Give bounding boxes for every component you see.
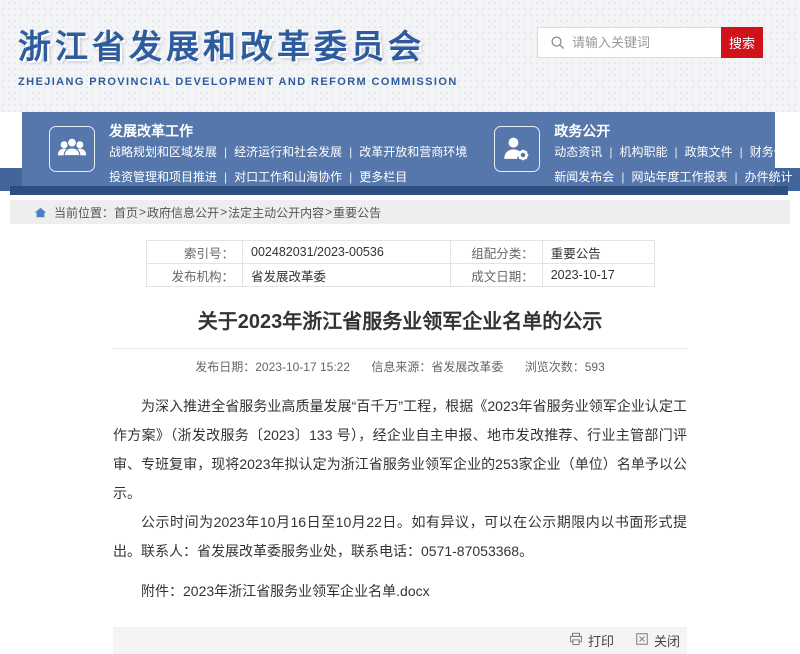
issuing-agency-label: 发布机构： — [146, 264, 243, 287]
nav-separator: | — [667, 145, 684, 159]
nav-row: 战略规划和区域发展|经济运行和社会发展|改革开放和营商环境 — [109, 140, 467, 165]
search-icon — [538, 28, 566, 57]
category-value: 重要公告 — [542, 241, 654, 264]
site-title: 浙江省发展和改革委员会 — [18, 20, 458, 68]
action-bar: 打印 关闭 — [113, 627, 687, 654]
category-label: 组配分类： — [451, 241, 542, 264]
home-icon — [34, 206, 47, 219]
nav-separator: | — [727, 170, 744, 184]
nav-title-gov-disclosure[interactable]: 政务公开 — [554, 122, 800, 140]
view-count: 浏览次数：593 — [525, 360, 605, 374]
nav-panel: 发展改革工作 战略规划和区域发展|经济运行和社会发展|改革开放和营商环境 投资管… — [22, 112, 775, 186]
nav-link-functions[interactable]: 机构职能 — [619, 145, 667, 159]
nav-section-gov-disclosure: 政务公开 动态资讯|机构职能|政策文件|财务信息|人事信息|互动交流 新闻发布会… — [467, 121, 800, 186]
publish-date: 发布日期：2023-10-17 15:22 — [195, 360, 350, 374]
search-input[interactable] — [566, 28, 721, 57]
breadcrumb-home[interactable]: 首页 — [114, 204, 138, 221]
site-logo: 浙江省发展和改革委员会 ZHEJIANG PROVINCIAL DEVELOPM… — [18, 20, 458, 88]
attachment-line: 附件：2023年浙江省服务业领军企业名单.docx — [113, 577, 687, 606]
nav-separator: | — [342, 170, 359, 184]
nav-link-policy-documents[interactable]: 政策文件 — [685, 145, 733, 159]
paragraph: 公示时间为2023年10月16日至10月22日。如有异议，可以在公示期限内以书面… — [113, 508, 687, 566]
issuing-agency-value: 省发展改革委 — [243, 264, 451, 287]
nav-link-case-statistics[interactable]: 办件统计 — [745, 170, 793, 184]
index-number-label: 索引号： — [146, 241, 243, 264]
title-divider — [113, 348, 687, 349]
nav-link-reform-opening[interactable]: 改革开放和营商环境 — [359, 145, 467, 159]
nav-separator: | — [614, 170, 631, 184]
print-button[interactable]: 打印 — [569, 631, 614, 650]
search-button[interactable]: 搜索 — [721, 27, 763, 58]
nav-link-more-columns[interactable]: 更多栏目 — [359, 170, 407, 184]
issue-date-label: 成文日期： — [451, 264, 542, 287]
close-button[interactable]: 关闭 — [635, 631, 680, 650]
attachment-file-link[interactable]: 2023年浙江省服务业领军企业名单.docx — [183, 583, 430, 599]
nav-title-development-reform[interactable]: 发展改革工作 — [109, 122, 467, 140]
breadcrumb-separator: > — [138, 205, 147, 219]
paragraph: 为深入推进全省服务业高质量发展“百千万”工程，根据《2023年省服务业领军企业认… — [113, 392, 687, 508]
nav-link-strategic-planning[interactable]: 战略规划和区域发展 — [109, 145, 217, 159]
table-row: 索引号： 002482031/2023-00536 组配分类： 重要公告 — [146, 241, 654, 264]
nav-row: 投资管理和项目推进|对口工作和山海协作|更多栏目 — [109, 165, 467, 190]
nav-separator: | — [793, 170, 800, 184]
nav-separator: | — [733, 145, 750, 159]
nav-separator: | — [217, 170, 234, 184]
breadcrumb-separator: > — [219, 205, 228, 219]
nav-link-financial-info[interactable]: 财务信息 — [750, 145, 798, 159]
nav-link-press-conference[interactable]: 新闻发布会 — [554, 170, 614, 184]
article: 索引号： 002482031/2023-00536 组配分类： 重要公告 发布机… — [113, 224, 687, 654]
nav-separator: | — [217, 145, 234, 159]
index-number-value: 002482031/2023-00536 — [243, 241, 451, 264]
article-meta: 发布日期：2023-10-17 15:22 信息来源：省发展改革委 浏览次数：5… — [113, 358, 687, 375]
breadcrumb-important-notice[interactable]: 重要公告 — [333, 204, 381, 221]
attachment-label: 附件： — [141, 583, 183, 599]
page-title: 关于2023年浙江省服务业领军企业名单的公示 — [123, 309, 677, 335]
close-icon — [635, 632, 649, 649]
person-gear-icon — [494, 126, 540, 172]
breadcrumb-separator: > — [324, 205, 333, 219]
nav-separator: | — [602, 145, 619, 159]
issue-date-value: 2023-10-17 — [542, 264, 654, 287]
people-group-icon — [49, 126, 95, 172]
close-label: 关闭 — [654, 631, 680, 650]
nav-link-economic-operation[interactable]: 经济运行和社会发展 — [234, 145, 342, 159]
nav-link-investment-management[interactable]: 投资管理和项目推进 — [109, 170, 217, 184]
article-body: 为深入推进全省服务业高质量发展“百千万”工程，根据《2023年省服务业领军企业认… — [113, 392, 687, 566]
info-source: 信息来源：省发展改革委 — [371, 360, 503, 374]
nav-row: 动态资讯|机构职能|政策文件|财务信息|人事信息|互动交流 — [554, 140, 800, 165]
print-label: 打印 — [588, 631, 614, 650]
nav-link-annual-report[interactable]: 网站年度工作报表 — [631, 170, 727, 184]
nav-separator: | — [342, 145, 359, 159]
breadcrumb-statutory-content[interactable]: 法定主动公开内容 — [228, 204, 324, 221]
nav-link-counterpart-work[interactable]: 对口工作和山海协作 — [234, 170, 342, 184]
breadcrumb: 当前位置： 首页>政府信息公开>法定主动公开内容>重要公告 — [10, 200, 790, 224]
site-subtitle: ZHEJIANG PROVINCIAL DEVELOPMENT AND REFO… — [18, 76, 458, 88]
nav-section-development-reform: 发展改革工作 战略规划和区域发展|经济运行和社会发展|改革开放和营商环境 投资管… — [22, 121, 467, 186]
nav-row: 新闻发布会|网站年度工作报表|办件统计|数据统计 — [554, 165, 800, 190]
nav-band: 发展改革工作 战略规划和区域发展|经济运行和社会发展|改革开放和营商环境 投资管… — [0, 112, 800, 200]
breadcrumb-gov-info[interactable]: 政府信息公开 — [147, 204, 219, 221]
site-header: 浙江省发展和改革委员会 ZHEJIANG PROVINCIAL DEVELOPM… — [0, 0, 800, 112]
site-search: 搜索 — [537, 27, 763, 58]
printer-icon — [569, 632, 583, 649]
breadcrumb-label: 当前位置： — [54, 204, 114, 221]
table-row: 发布机构： 省发展改革委 成文日期： 2023-10-17 — [146, 264, 654, 287]
nav-link-news[interactable]: 动态资讯 — [554, 145, 602, 159]
doc-info-table: 索引号： 002482031/2023-00536 组配分类： 重要公告 发布机… — [146, 240, 655, 287]
